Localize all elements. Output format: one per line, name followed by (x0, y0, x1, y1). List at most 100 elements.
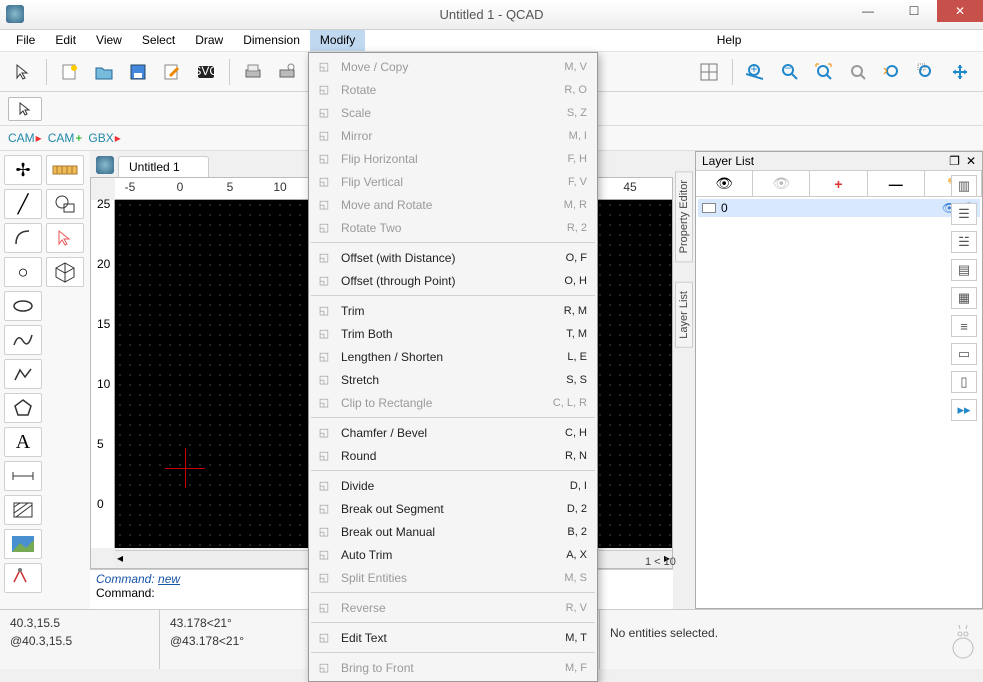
arc-tool[interactable] (4, 223, 42, 253)
menu-item-split-entities: ◱Split EntitiesM, S (309, 566, 597, 589)
menu-item-offset-through-point-[interactable]: ◱Offset (through Point)O, H (309, 269, 597, 292)
panel-icon-5[interactable]: ▦ (951, 287, 977, 309)
cam-button-1[interactable]: CAM▸ (8, 131, 42, 145)
polyline-tool[interactable] (4, 359, 42, 389)
menu-dimension[interactable]: Dimension (233, 30, 310, 51)
menu-item-stretch[interactable]: ◱StretchS, S (309, 368, 597, 391)
panel-icon-9[interactable]: ▸▸ (951, 399, 977, 421)
measure-tool[interactable] (4, 563, 42, 593)
zoom-previous-button[interactable] (877, 57, 907, 87)
menu-edit[interactable]: Edit (45, 30, 86, 51)
zoom-selection-button[interactable] (843, 57, 873, 87)
menu-item-break-out-manual[interactable]: ◱Break out ManualB, 2 (309, 520, 597, 543)
menu-item-round[interactable]: ◱RoundR, N (309, 444, 597, 467)
grid-button[interactable] (694, 57, 724, 87)
panel-icon-1[interactable]: ▥ (951, 175, 977, 197)
layer-add-button[interactable]: + (810, 171, 867, 196)
image-tool[interactable] (4, 529, 42, 559)
spline-tool[interactable] (4, 325, 42, 355)
print-preview-button[interactable] (272, 57, 302, 87)
menu-item-chamfer-bevel[interactable]: ◱Chamfer / BevelC, H (309, 421, 597, 444)
gbx-button[interactable]: GBX▸ (88, 131, 120, 145)
minimize-button[interactable]: — (845, 0, 891, 22)
maximize-button[interactable]: ☐ (891, 0, 937, 22)
zoom-in-button[interactable]: + (741, 57, 771, 87)
polygon-tool[interactable] (4, 393, 42, 423)
doc-icon (96, 156, 114, 174)
svg-text:+: + (750, 62, 757, 76)
undock-icon[interactable]: ❐ (949, 154, 960, 168)
selection-mode-button[interactable] (8, 97, 42, 121)
isometric-tool[interactable] (46, 257, 84, 287)
circle-tool[interactable]: ○ (4, 257, 42, 287)
menu-item-divide[interactable]: ◱DivideD, I (309, 474, 597, 497)
layer-hide-button[interactable]: 👁 (753, 171, 810, 196)
cam-button-2[interactable]: CAM+ (48, 131, 83, 145)
line-tool[interactable]: ╱ (4, 189, 42, 219)
panel-icon-4[interactable]: ▤ (951, 259, 977, 281)
menu-item-trim-both[interactable]: ◱Trim BothT, M (309, 322, 597, 345)
menu-item-offset-with-distance-[interactable]: ◱Offset (with Distance)O, F (309, 246, 597, 269)
zoom-out-button[interactable]: − (775, 57, 805, 87)
layer-panel-title: Layer List (702, 154, 754, 168)
menu-item-trim[interactable]: ◱TrimR, M (309, 299, 597, 322)
menu-draw[interactable]: Draw (185, 30, 233, 51)
hatch-tool[interactable] (4, 495, 42, 525)
svg-text:SVG: SVG (196, 64, 216, 78)
menu-item-move-and-rotate: ◱Move and RotateM, R (309, 193, 597, 216)
right-icon-column: ▥ ☰ ☱ ▤ ▦ ≡ ▭ ▯ ▸▸ (951, 175, 981, 421)
dimension-tool[interactable] (4, 461, 42, 491)
close-panel-icon[interactable]: ✕ (966, 154, 976, 168)
property-editor-tab[interactable]: Property Editor (675, 171, 693, 262)
layer-row[interactable]: 0 👁🔒 (698, 199, 980, 217)
modify-menu-dropdown: ◱Move / CopyM, V◱RotateR, O◱ScaleS, Z◱Mi… (308, 52, 598, 682)
status-selection: No entities selected. (600, 610, 943, 669)
status-coords: 40.3,15.5 @40.3,15.5 (0, 610, 160, 669)
close-button[interactable]: ✕ (937, 0, 983, 22)
menu-item-rotate-two: ◱Rotate TwoR, 2 (309, 216, 597, 239)
svg-text:−: − (784, 62, 791, 75)
panel-icon-7[interactable]: ▭ (951, 343, 977, 365)
menu-modify[interactable]: Modify (310, 30, 365, 51)
menu-item-auto-trim[interactable]: ◱Auto TrimA, X (309, 543, 597, 566)
layer-visible-toggle[interactable]: 👁 (696, 171, 753, 196)
construction-tool[interactable] (46, 155, 84, 185)
menu-item-flip-horizontal: ◱Flip HorizontalF, H (309, 147, 597, 170)
menu-file[interactable]: File (6, 30, 45, 51)
document-tab[interactable]: Untitled 1 (118, 156, 209, 177)
zoom-window-button[interactable] (911, 57, 941, 87)
panel-icon-8[interactable]: ▯ (951, 371, 977, 393)
menu-item-scale: ◱ScaleS, Z (309, 101, 597, 124)
panel-icon-3[interactable]: ☱ (951, 231, 977, 253)
ellipse-tool[interactable] (4, 291, 42, 321)
shape-tool[interactable] (46, 189, 84, 219)
new-file-button[interactable] (55, 57, 85, 87)
menu-item-reverse: ◱ReverseR, V (309, 596, 597, 619)
menu-item-break-out-segment[interactable]: ◱Break out SegmentD, 2 (309, 497, 597, 520)
selection-tool-button[interactable] (8, 57, 38, 87)
draw-toolbox: ✢ ╱ ○ A (0, 151, 90, 609)
layer-color-swatch (702, 203, 716, 213)
print-button[interactable] (238, 57, 268, 87)
pan-button[interactable] (945, 57, 975, 87)
layer-remove-button[interactable]: — (868, 171, 925, 196)
zoom-extents-button[interactable] (809, 57, 839, 87)
menu-item-lengthen-shorten[interactable]: ◱Lengthen / ShortenL, E (309, 345, 597, 368)
layer-list-tab[interactable]: Layer List (675, 282, 693, 348)
menu-item-move-copy: ◱Move / CopyM, V (309, 55, 597, 78)
menu-item-edit-text[interactable]: ◱Edit TextM, T (309, 626, 597, 649)
layer-name: 0 (721, 201, 728, 215)
open-file-button[interactable] (89, 57, 119, 87)
text-tool[interactable]: A (4, 427, 42, 457)
point-tool[interactable]: ✢ (4, 155, 42, 185)
menu-help[interactable]: Help (707, 30, 752, 51)
save-button[interactable] (123, 57, 153, 87)
menu-select[interactable]: Select (132, 30, 185, 51)
layer-list-panel: Layer List ❐✕ 👁 👁 + — ✎ 0 👁🔒 (695, 151, 983, 609)
edit-button[interactable] (157, 57, 187, 87)
panel-icon-2[interactable]: ☰ (951, 203, 977, 225)
svg-button[interactable]: SVG (191, 57, 221, 87)
menu-view[interactable]: View (86, 30, 132, 51)
select-tool[interactable] (46, 223, 84, 253)
panel-icon-6[interactable]: ≡ (951, 315, 977, 337)
